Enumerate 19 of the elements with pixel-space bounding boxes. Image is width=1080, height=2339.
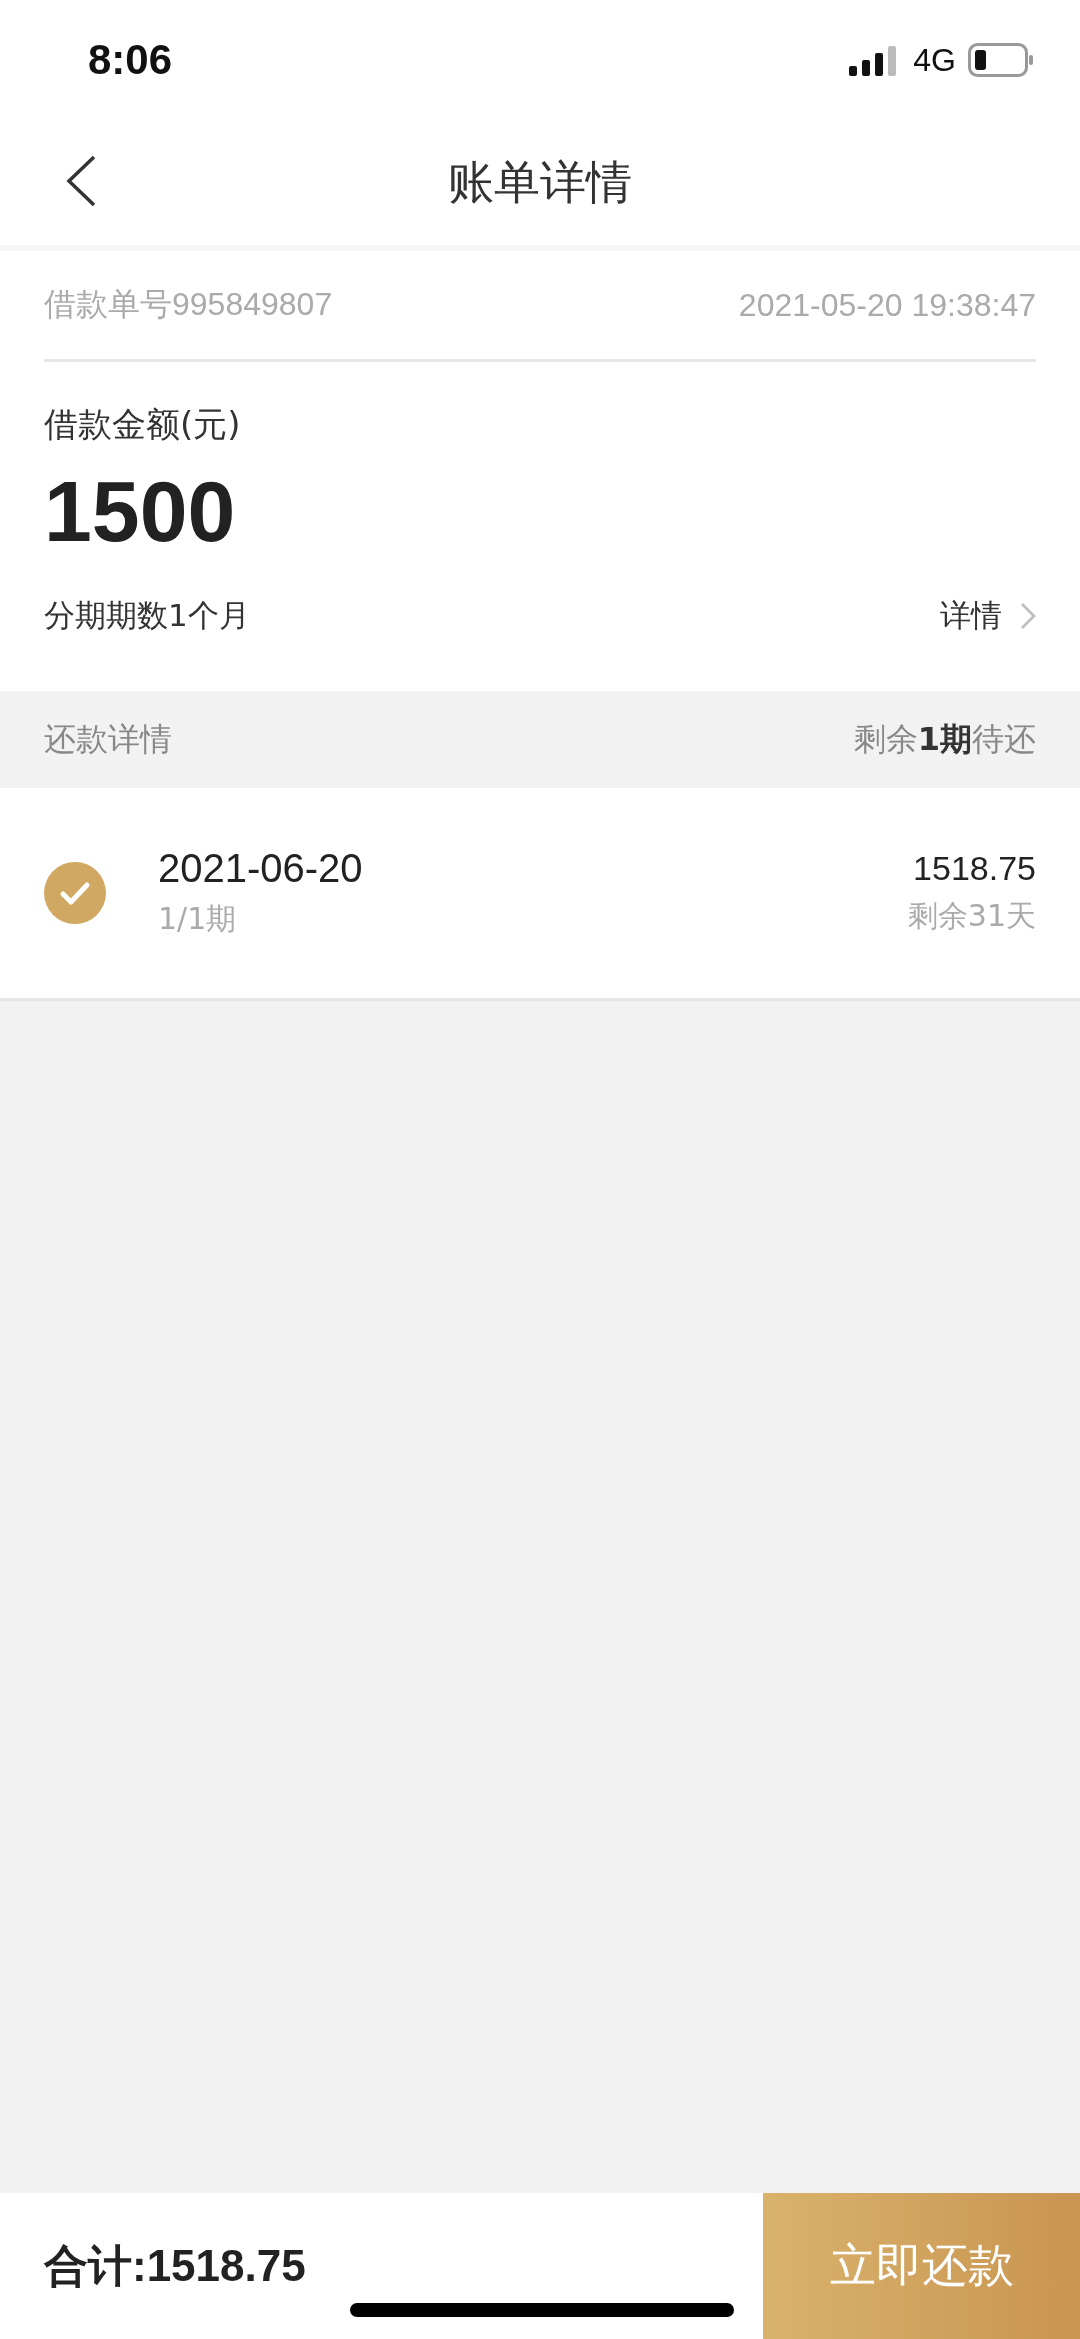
status-time: 8:06	[88, 36, 173, 84]
period-label: 1/1期	[158, 900, 238, 938]
installment-amount: 1518.75	[913, 849, 1036, 888]
due-date: 2021-06-20	[158, 846, 364, 891]
back-button[interactable]	[64, 154, 98, 208]
chevron-icon	[1020, 602, 1036, 630]
loan-datetime: 2021-05-20 19:38:47	[738, 286, 1036, 324]
battery-icon	[968, 43, 1034, 77]
network-label: 4G	[913, 41, 956, 79]
installment-term: 分期期数1个月	[44, 596, 250, 635]
page-title: 账单详情	[448, 153, 632, 211]
details-link[interactable]: 详情	[940, 595, 1036, 637]
section-title: 还款详情	[44, 718, 172, 760]
loan-amount: 1500	[44, 462, 237, 561]
loan-number: 借款单号995849807	[44, 285, 333, 324]
amount-label: 借款金额(元)	[44, 403, 242, 446]
total-amount: 合计:1518.75	[42, 2239, 307, 2292]
days-left: 剩余31天	[907, 897, 1036, 935]
remaining-periods: 剩余1期待还	[853, 718, 1036, 760]
